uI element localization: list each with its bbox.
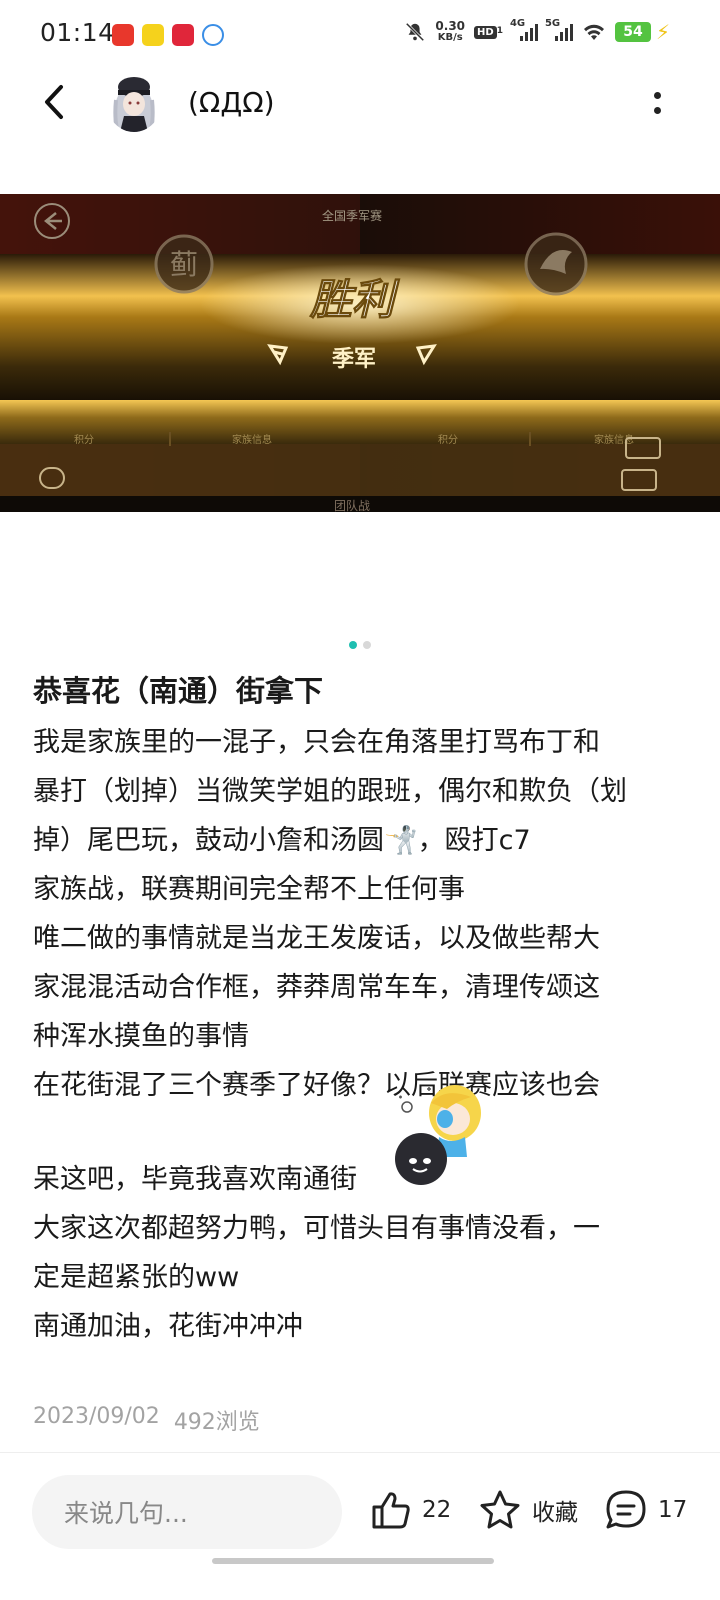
game-bottom-label: 团队战 bbox=[334, 498, 370, 512]
sticker-image bbox=[395, 1085, 481, 1185]
hd-badge: HD bbox=[474, 25, 497, 39]
comment-placeholder: 来说几句... bbox=[64, 1499, 188, 1528]
more-options-button[interactable] bbox=[642, 88, 672, 118]
more-dot-icon bbox=[653, 107, 661, 114]
carousel-dot-active[interactable] bbox=[349, 641, 357, 649]
comment-count: 17 bbox=[658, 1497, 688, 1523]
footer-left-1: 积分 bbox=[74, 434, 94, 446]
thumbs-up-icon bbox=[372, 1492, 410, 1529]
victory-text: 胜利 bbox=[309, 275, 400, 324]
like-count: 22 bbox=[422, 1497, 452, 1523]
comment-bubble-icon bbox=[606, 1490, 646, 1529]
comic-app-icon bbox=[142, 24, 164, 46]
victory-screenshot: 全国季军赛 蓟 胜利 季军 积分 家族信息 积分 家族信息 团队战 bbox=[0, 194, 720, 512]
mute-icon bbox=[406, 22, 425, 42]
avatar[interactable] bbox=[106, 70, 162, 132]
status-bar: 01:14 0.30 KB/s HD 1 4G 5G 54 ⚡ bbox=[0, 0, 720, 70]
carousel-dots bbox=[0, 641, 720, 649]
chevron-left-icon bbox=[45, 85, 63, 119]
network-speed: 0.30 KB/s bbox=[435, 20, 465, 44]
hd-indicator: HD 1 bbox=[474, 25, 503, 39]
post-header: (ΩДΩ) bbox=[0, 70, 720, 140]
team-badge-left-char: 蓟 bbox=[170, 248, 198, 281]
battery-icon: 54 bbox=[614, 22, 651, 42]
charging-icon: ⚡ bbox=[655, 20, 670, 44]
post-line: 我是家族里的一混子，只会在角落里打骂布丁和 bbox=[33, 727, 600, 758]
signal-5g-label: 5G bbox=[544, 18, 561, 29]
avatar-image bbox=[106, 70, 162, 132]
browser-app-icon bbox=[202, 24, 224, 46]
hd-sub: 1 bbox=[496, 25, 503, 36]
post-line: 唯二做的事情就是当龙王发废话，以及做些帮大 bbox=[33, 923, 600, 954]
post-line: 在花街混了三个赛季了好像？以后联赛应该也会 bbox=[33, 1070, 600, 1101]
signal-4g-label: 4G bbox=[509, 18, 526, 29]
like-button[interactable]: 22 bbox=[370, 1489, 451, 1531]
post-views: 492浏览 bbox=[173, 1410, 260, 1435]
game-top-label: 全国季军赛 bbox=[322, 208, 382, 223]
post-line: 暴打（划掉）当微笑学姐的跟班，偶尔和欺负（划 bbox=[33, 776, 627, 807]
shopping-app-icon bbox=[172, 24, 194, 46]
more-dot-icon bbox=[653, 92, 661, 99]
footer-left-2: 家族信息 bbox=[232, 433, 272, 446]
post-title: 恭喜花（南通）街拿下 bbox=[33, 674, 324, 708]
status-time: 01:14 bbox=[40, 18, 115, 47]
post-line: 家混混活动合作框，莽莽周常车车，清理传颂这 bbox=[33, 972, 600, 1003]
notification-icons bbox=[112, 24, 224, 46]
comment-input[interactable]: 来说几句... bbox=[32, 1475, 342, 1549]
system-status: 0.30 KB/s HD 1 4G 5G 54 ⚡ bbox=[404, 18, 670, 44]
wifi-icon bbox=[583, 24, 604, 40]
battery-level: 54 bbox=[623, 24, 643, 40]
rank-text: 季军 bbox=[332, 347, 376, 372]
post-line: 种浑水摸鱼的事情 bbox=[33, 1021, 249, 1052]
music-app-icon bbox=[112, 24, 134, 46]
carousel-dot[interactable] bbox=[363, 641, 371, 649]
bottom-action-bar: 来说几句... 22 收藏 17 bbox=[0, 1452, 720, 1600]
post-image[interactable]: 全国季军赛 蓟 胜利 季军 积分 家族信息 积分 家族信息 团队战 bbox=[0, 194, 720, 512]
post-line: 呆这吧，毕竟我喜欢南通街 bbox=[33, 1164, 357, 1195]
post-line: 大家这次都超努力鸭，可惜头目有事情没看，一 bbox=[33, 1213, 600, 1244]
post-line: 家族战，联赛期间完全帮不上任何事 bbox=[33, 874, 465, 905]
footer-right-1: 积分 bbox=[438, 434, 458, 446]
post-line: 掉）尾巴玩，鼓动小詹和汤圆🤺，殴打c7 bbox=[33, 825, 531, 856]
signal-5g-icon: 5G bbox=[545, 18, 573, 41]
favorite-label: 收藏 bbox=[532, 1500, 578, 1526]
net-speed-value: 0.30 bbox=[435, 19, 466, 33]
footer-right-2: 家族信息 bbox=[594, 433, 634, 446]
post-body: 我是家族里的一混子，只会在角落里打骂布丁和 暴打（划掉）当微笑学姐的跟班，偶尔和… bbox=[33, 718, 673, 1351]
favorite-button[interactable]: 收藏 bbox=[478, 1489, 578, 1531]
post-line: 定是超紧张的ww bbox=[33, 1262, 240, 1293]
post-date: 2023/09/02 bbox=[33, 1404, 160, 1429]
post-line-with-sticker: 呆这吧，毕竟我喜欢南通街 bbox=[33, 1085, 673, 1204]
back-button[interactable] bbox=[34, 82, 74, 122]
star-icon bbox=[480, 1490, 520, 1529]
post-meta: 2023/09/02 492浏览 bbox=[33, 1404, 260, 1436]
username[interactable]: (ΩДΩ) bbox=[188, 86, 275, 119]
home-indicator[interactable] bbox=[212, 1558, 494, 1564]
comments-button[interactable]: 17 bbox=[604, 1489, 687, 1531]
net-speed-unit: KB/s bbox=[437, 32, 463, 43]
signal-4g-icon: 4G bbox=[510, 18, 538, 41]
post-line: 南通加油，花街冲冲冲 bbox=[33, 1311, 303, 1342]
